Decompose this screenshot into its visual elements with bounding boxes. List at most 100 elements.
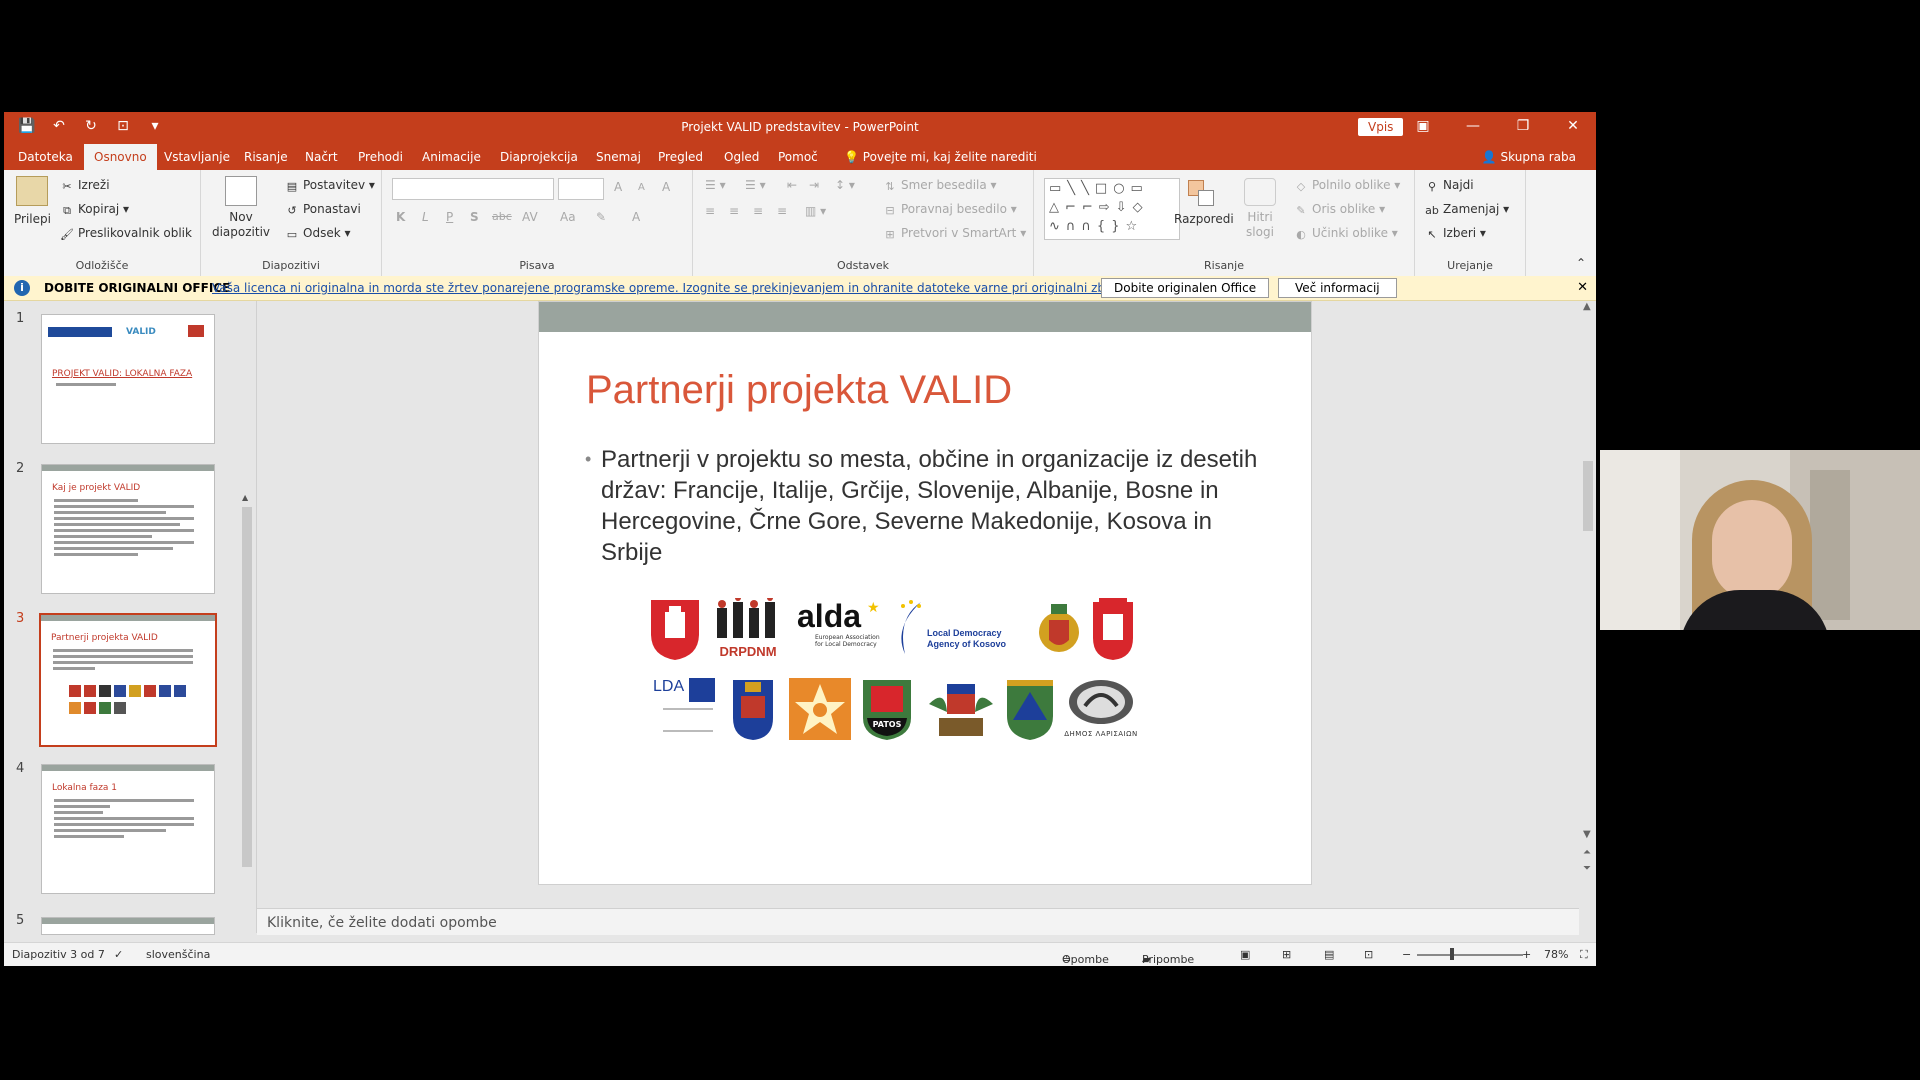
zoom-slider[interactable] xyxy=(1417,954,1523,956)
language-indicator[interactable]: slovenščina xyxy=(146,948,210,961)
slide-thumbnail-1[interactable]: VALID PROJEKT VALID: LOKALNA FAZA xyxy=(41,314,215,444)
minimize-button[interactable]: — xyxy=(1464,118,1482,134)
justify-icon[interactable]: ≡ xyxy=(777,204,787,218)
zoom-in-icon[interactable]: + xyxy=(1522,948,1531,961)
current-slide[interactable]: Partnerji projekta VALID • Partnerji v p… xyxy=(538,301,1312,885)
highlight-icon[interactable]: ✎ xyxy=(596,210,606,224)
shapes-gallery[interactable]: ▭╲╲□○▭ △⌐⌐⇨⇩◇ ∿∩∩{}☆ xyxy=(1044,178,1180,240)
change-case-button[interactable]: Aa xyxy=(560,210,576,224)
align-right-icon[interactable]: ≡ xyxy=(753,204,763,218)
font-size-input[interactable] xyxy=(558,178,604,200)
spellcheck-icon[interactable]: ✓ xyxy=(114,948,123,961)
replace-icon: ab xyxy=(1425,204,1439,217)
tab-animacije[interactable]: Animacije xyxy=(422,150,481,164)
tab-ogled[interactable]: Ogled xyxy=(724,150,759,164)
smartart-button[interactable]: ⊞ Pretvori v SmartArt ▾ xyxy=(883,226,1026,241)
paste-button[interactable]: Prilepi xyxy=(14,212,51,226)
shape-outline-button[interactable]: ✎ Oris oblike ▾ xyxy=(1294,202,1385,217)
line-spacing-icon[interactable]: ↕ ▾ xyxy=(835,178,855,192)
character-spacing-button[interactable]: AV xyxy=(522,210,538,224)
copy-button[interactable]: ⧉ Kopiraj ▾ xyxy=(60,202,129,217)
slide-scrollbar[interactable]: ▲ ▼ ⏶ ⏷ xyxy=(1580,301,1596,933)
format-painter-button[interactable]: 🖌 Preslikovalnik oblik xyxy=(60,226,192,241)
grow-font-button[interactable]: A xyxy=(614,180,622,194)
reading-view-icon[interactable]: ▤ xyxy=(1324,948,1334,961)
bold-button[interactable]: K xyxy=(396,210,405,224)
slide-thumbnail-2[interactable]: Kaj je projekt VALID xyxy=(41,464,215,594)
fit-slide-icon[interactable]: ⛶ xyxy=(1580,948,1588,962)
align-center-icon[interactable]: ≡ xyxy=(729,204,739,218)
shape-effects-button[interactable]: ◐ Učinki oblike ▾ xyxy=(1294,226,1398,241)
numbering-icon[interactable]: ☰ ▾ xyxy=(745,178,766,192)
thumbnails-scrollbar[interactable]: ▲ ▼ xyxy=(240,493,254,966)
restore-button[interactable]: ❐ xyxy=(1514,118,1532,134)
underline-button[interactable]: P xyxy=(446,210,453,224)
scroll-up-icon[interactable]: ▲ xyxy=(1583,301,1591,312)
clear-format-button[interactable]: A xyxy=(662,180,670,194)
find-button[interactable]: ⚲ Najdi xyxy=(1425,178,1474,193)
text-direction-button[interactable]: ⇅ Smer besedila ▾ xyxy=(883,178,996,193)
tab-datoteka[interactable]: Datoteka xyxy=(18,150,73,164)
replace-button[interactable]: ab Zamenjaj ▾ xyxy=(1425,202,1509,217)
align-left-icon[interactable]: ≡ xyxy=(705,204,715,218)
tab-snemaj[interactable]: Snemaj xyxy=(596,150,641,164)
scroll-down-icon[interactable]: ▼ xyxy=(1583,829,1591,840)
increase-indent-icon[interactable]: ⇥ xyxy=(809,178,819,192)
tell-me-box[interactable]: 💡 Povejte mi, kaj želite narediti xyxy=(844,150,1037,164)
quick-styles-button[interactable]: Hitri slogi xyxy=(1240,210,1280,240)
shrink-font-button[interactable]: A xyxy=(638,182,645,193)
notes-pane[interactable]: Kliknite, če želite dodati opombe xyxy=(257,908,1579,935)
close-button[interactable]: ✕ xyxy=(1564,118,1582,134)
zoom-out-icon[interactable]: − xyxy=(1402,948,1411,961)
info-bar-message[interactable]: Vaša licenca ni originalna in morda ste … xyxy=(212,281,1166,295)
thumbnails-scroll-thumb[interactable] xyxy=(242,507,252,867)
font-name-input[interactable] xyxy=(392,178,554,200)
collapse-ribbon-icon[interactable]: ⌃ xyxy=(1576,256,1586,270)
scroll-up-icon[interactable]: ▲ xyxy=(242,493,248,502)
cut-button[interactable]: ✂ Izreži xyxy=(60,178,109,193)
slide-thumbnail-5[interactable] xyxy=(41,917,215,935)
decrease-indent-icon[interactable]: ⇤ xyxy=(787,178,797,192)
shape-fill-button[interactable]: ◇ Polnilo oblike ▾ xyxy=(1294,178,1401,193)
slide-thumbnail-4[interactable]: Lokalna faza 1 xyxy=(41,764,215,894)
tab-risanje[interactable]: Risanje xyxy=(244,150,288,164)
ribbon-display-icon[interactable]: ▣ xyxy=(1414,118,1432,134)
select-button[interactable]: ↖ Izberi ▾ xyxy=(1425,226,1486,241)
tab-diaprojekcija[interactable]: Diaprojekcija xyxy=(500,150,578,164)
slide-body-text[interactable]: • Partnerji v projektu so mesta, občine … xyxy=(585,444,1261,568)
bullets-icon[interactable]: ☰ ▾ xyxy=(705,178,726,192)
tab-prehodi[interactable]: Prehodi xyxy=(358,150,403,164)
group-drawing: ▭╲╲□○▭ △⌐⌐⇨⇩◇ ∿∩∩{}☆ Razporedi Hitri slogi… xyxy=(1034,170,1415,276)
strikethrough-button[interactable]: abc xyxy=(492,210,512,223)
columns-icon[interactable]: ▥ ▾ xyxy=(805,204,826,218)
slideshow-view-icon[interactable]: ⊡ xyxy=(1364,948,1373,961)
slide-title[interactable]: Partnerji projekta VALID xyxy=(586,368,1012,413)
more-info-button[interactable]: Več informacij xyxy=(1278,278,1397,298)
zoom-slider-handle[interactable] xyxy=(1450,948,1454,960)
share-button[interactable]: 👤 Skupna raba xyxy=(1482,150,1576,164)
close-info-bar-icon[interactable]: ✕ xyxy=(1577,280,1588,295)
new-slide-button[interactable]: Nov diapozitiv xyxy=(209,210,273,240)
tab-nacrt[interactable]: Načrt xyxy=(305,150,338,164)
arrange-button[interactable]: Razporedi xyxy=(1174,212,1234,226)
font-color-button[interactable]: A xyxy=(632,210,640,224)
sign-in-button[interactable]: Vpis xyxy=(1358,118,1404,136)
italic-button[interactable]: L xyxy=(422,210,429,224)
previous-slide-icon[interactable]: ⏶ xyxy=(1583,847,1591,858)
get-original-office-button[interactable]: Dobite originalen Office xyxy=(1101,278,1270,298)
slide-sorter-view-icon[interactable]: ⊞ xyxy=(1282,948,1291,961)
tab-osnovno[interactable]: Osnovno xyxy=(84,144,157,170)
tab-pregled[interactable]: Pregled xyxy=(658,150,703,164)
reset-button[interactable]: ↺ Ponastavi xyxy=(285,202,360,217)
tab-vstavljanje[interactable]: Vstavljanje xyxy=(164,150,230,164)
section-button[interactable]: ▭ Odsek ▾ xyxy=(285,226,351,241)
zoom-level[interactable]: 78% xyxy=(1544,948,1568,961)
normal-view-icon[interactable]: ▣ xyxy=(1240,948,1250,961)
next-slide-icon[interactable]: ⏷ xyxy=(1583,863,1591,874)
slide-scroll-thumb[interactable] xyxy=(1583,461,1593,531)
shadow-button[interactable]: S xyxy=(470,210,479,224)
layout-button[interactable]: ▤ Postavitev ▾ xyxy=(285,178,375,193)
slide-thumbnail-3[interactable]: Partnerji projekta VALID xyxy=(39,613,217,747)
align-text-button[interactable]: ⊟ Poravnaj besedilo ▾ xyxy=(883,202,1016,217)
tab-pomoc[interactable]: Pomoč xyxy=(778,150,818,164)
